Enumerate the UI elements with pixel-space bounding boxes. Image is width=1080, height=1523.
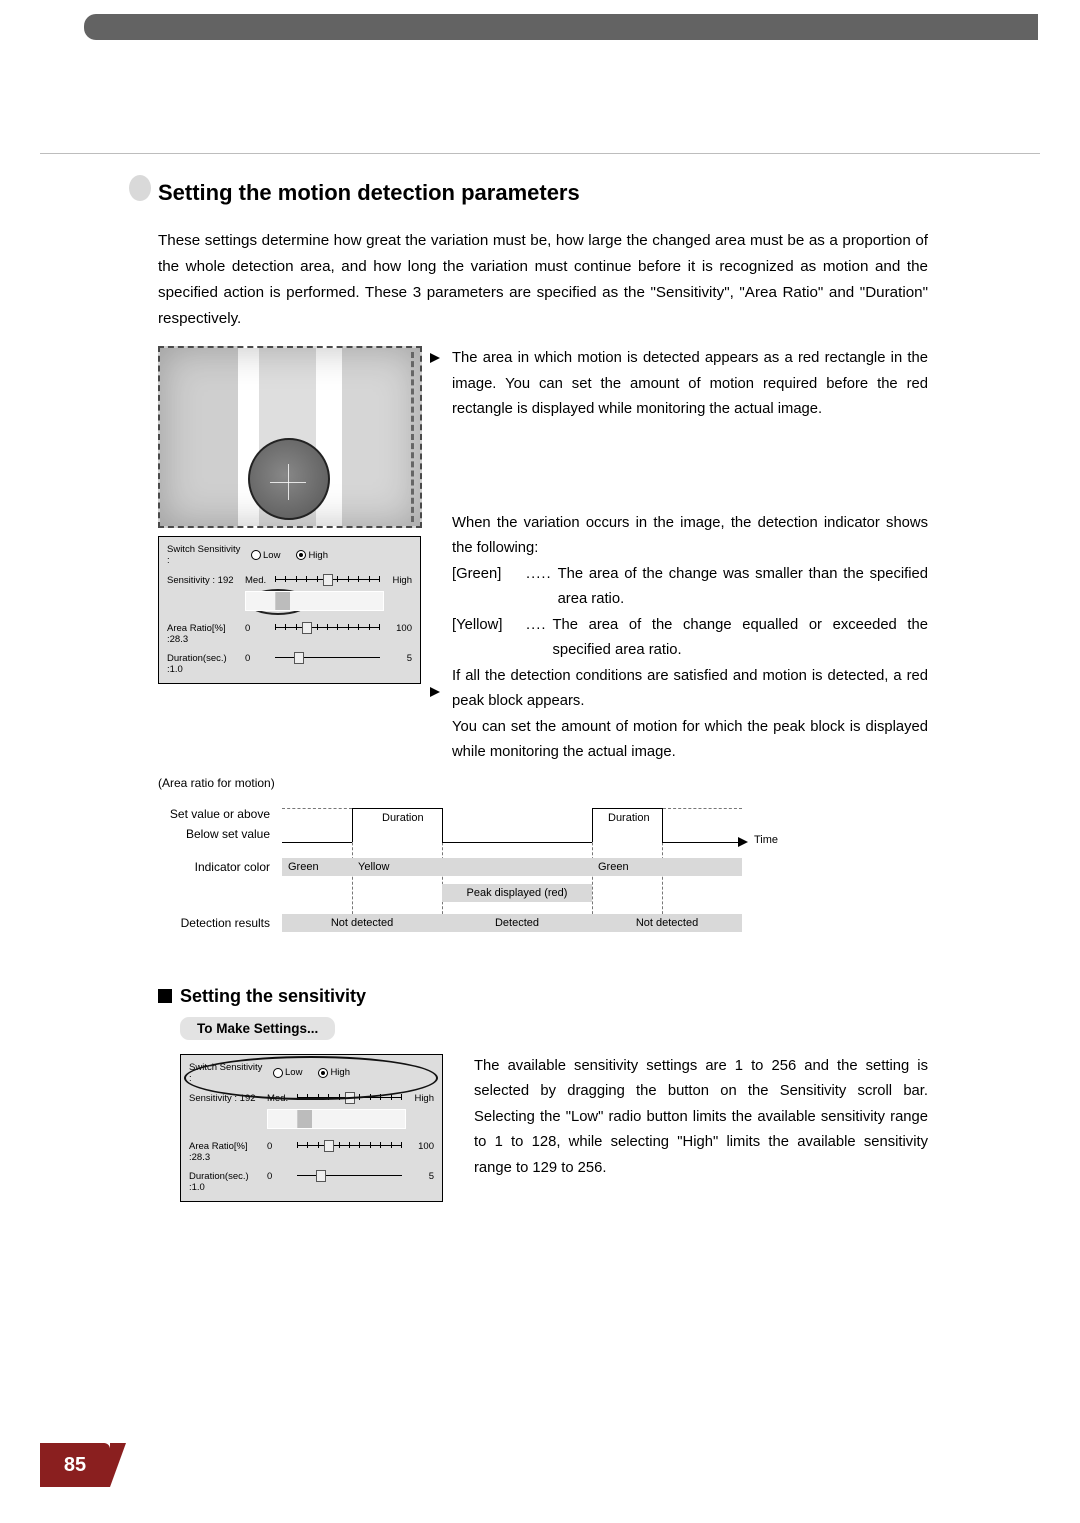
area-ratio-label: Area Ratio[%] :28.3	[167, 617, 245, 645]
indicator-yellow-key: [Yellow]	[452, 613, 526, 664]
radio-high[interactable]: High	[296, 550, 328, 561]
indicator-green-band-1: Green	[282, 858, 352, 876]
area-min: 0	[245, 617, 271, 634]
detection-indicator	[245, 591, 384, 611]
settings-panel: Switch Sensitivity : Low High Sensitivit…	[158, 536, 421, 684]
duration-min-2: 0	[267, 1165, 293, 1182]
duration-min: 0	[245, 647, 271, 664]
duration-slider-2[interactable]	[297, 1175, 402, 1176]
section-bullet-icon	[129, 175, 151, 201]
results-row-label: Detection results	[146, 916, 270, 930]
result-not-detected-2: Not detected	[592, 914, 742, 932]
timing-diagram: Set value or above Below set value	[146, 804, 754, 944]
indicator-yellow-val: The area of the change equalled or excee…	[552, 613, 928, 664]
peak-paragraph-2: You can set the amount of motion for whi…	[452, 715, 928, 766]
section-title-text: Setting the motion detection parameters	[158, 180, 580, 205]
duration-label-2: Duration(sec.) :1.0	[189, 1165, 267, 1193]
red-rect-paragraph: The area in which motion is detected app…	[452, 346, 928, 423]
arrow-right-icon	[738, 837, 748, 847]
intro-paragraph: These settings determine how great the v…	[158, 228, 928, 332]
indicator-green-key: [Green]	[452, 562, 526, 613]
result-not-detected-1: Not detected	[282, 914, 442, 932]
indicator-green-val: The area of the change was smaller than …	[558, 562, 928, 613]
time-axis-label: Time	[754, 834, 778, 846]
area-max-2: 100	[406, 1135, 434, 1152]
section-title: Setting the motion detection parameters	[158, 180, 928, 206]
indicator-row-label: Indicator color	[146, 860, 270, 874]
area-ratio-label-2: Area Ratio[%] :28.3	[189, 1135, 267, 1163]
sens-min-2: Med.	[267, 1087, 293, 1104]
settings-panel-2: Switch Sensitivity : Low High Sensitivit…	[180, 1054, 443, 1202]
leader-dots: .....	[526, 562, 552, 613]
sens-max: High	[384, 569, 412, 586]
duration-tag-2: Duration	[608, 812, 650, 824]
camera-preview-image	[158, 346, 422, 528]
arrow-right-icon	[430, 353, 440, 363]
duration-tag-1: Duration	[382, 812, 424, 824]
to-make-settings-pill: To Make Settings...	[180, 1017, 335, 1040]
duration-slider[interactable]	[275, 657, 380, 658]
sens-slider[interactable]	[275, 579, 380, 580]
leader-dots: ....	[526, 613, 546, 664]
radio-high-2[interactable]: High	[318, 1067, 350, 1078]
peak-paragraph-1: If all the detection conditions are sati…	[452, 664, 928, 715]
area-slider-2[interactable]	[297, 1145, 402, 1146]
radio-low-2[interactable]: Low	[273, 1067, 302, 1078]
row-set-above: Set value or above	[146, 804, 270, 824]
sens-value-label: Sensitivity : 192	[167, 569, 245, 586]
timing-y-title: (Area ratio for motion)	[158, 776, 928, 790]
duration-label: Duration(sec.) :1.0	[167, 647, 245, 675]
switch-sens-label: Switch Sensitivity :	[167, 544, 245, 566]
indicator-green-band-2: Green	[592, 858, 742, 876]
square-bullet-icon	[158, 989, 172, 1003]
divider	[40, 153, 1040, 154]
indicator-intro: When the variation occurs in the image, …	[452, 511, 928, 562]
sensitivity-paragraph: The available sensitivity settings are 1…	[474, 1054, 928, 1182]
switch-sens-label-2: Switch Sensitivity :	[189, 1062, 267, 1084]
duration-max-2: 5	[406, 1165, 434, 1182]
sens-slider-2[interactable]	[297, 1097, 402, 1098]
sens-max-2: High	[406, 1087, 434, 1104]
result-detected: Detected	[442, 914, 592, 932]
sub-heading: Setting the sensitivity	[158, 986, 928, 1007]
area-max: 100	[384, 617, 412, 634]
page-number: 85	[40, 1443, 110, 1487]
duration-max: 5	[384, 647, 412, 664]
radio-low[interactable]: Low	[251, 550, 280, 561]
detection-indicator-2	[267, 1109, 406, 1129]
indicator-yellow-band: Yellow	[352, 858, 592, 876]
header-bar	[104, 14, 1038, 40]
sens-value-label-2: Sensitivity : 192	[189, 1087, 267, 1104]
area-min-2: 0	[267, 1135, 293, 1152]
area-slider[interactable]	[275, 627, 380, 628]
row-below: Below set value	[146, 824, 270, 844]
sens-min: Med.	[245, 569, 271, 586]
peak-band: Peak displayed (red)	[442, 884, 592, 902]
arrow-right-icon	[430, 687, 440, 697]
